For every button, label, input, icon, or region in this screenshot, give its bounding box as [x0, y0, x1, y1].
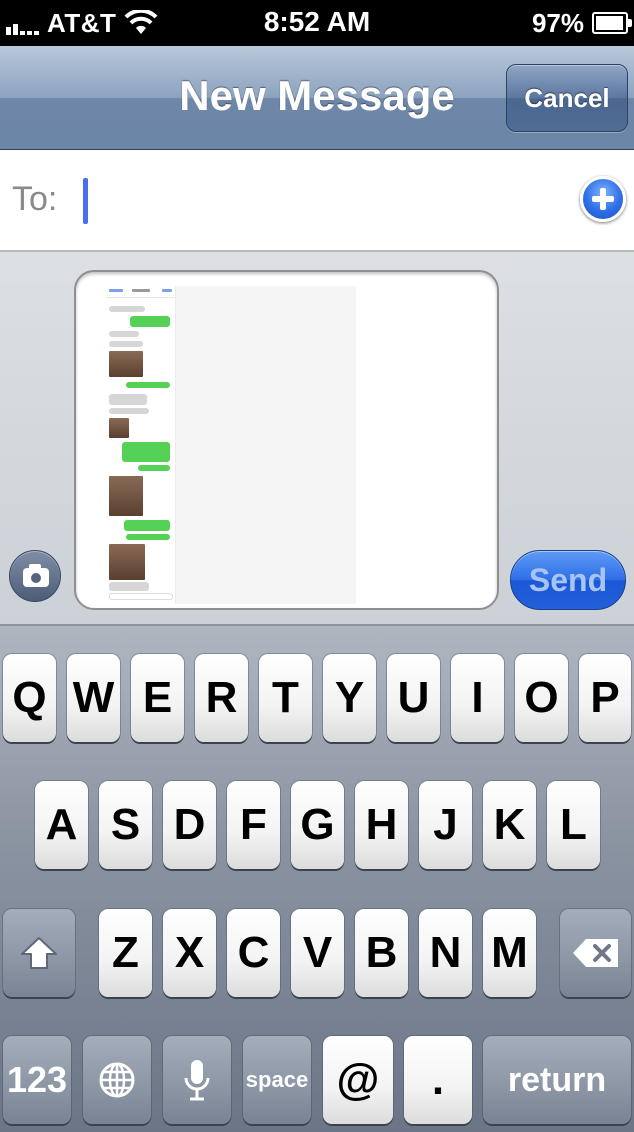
cancel-button[interactable]: Cancel	[506, 64, 628, 132]
key-b[interactable]: B	[355, 909, 408, 997]
key-a[interactable]: A	[35, 781, 88, 869]
key-f[interactable]: F	[227, 781, 280, 869]
add-contact-plus-icon[interactable]	[580, 176, 626, 222]
compose-area: Send	[0, 252, 634, 626]
period-key[interactable]: .	[404, 1036, 472, 1124]
status-bar: AT&T 8:52 AM 97%	[0, 0, 634, 46]
shift-arrow-icon	[21, 937, 57, 969]
key-d[interactable]: D	[163, 781, 216, 869]
message-input[interactable]	[74, 270, 499, 610]
shift-key[interactable]	[3, 909, 75, 997]
key-t[interactable]: T	[259, 654, 312, 742]
thumbnail-nav	[106, 286, 176, 298]
space-key[interactable]: space	[243, 1036, 311, 1124]
return-key[interactable]: return	[483, 1036, 631, 1124]
key-l[interactable]: L	[547, 781, 600, 869]
battery-charging-icon	[592, 12, 632, 34]
navigation-bar: New Message Cancel	[0, 46, 634, 150]
backspace-icon	[572, 939, 618, 967]
camera-button[interactable]	[9, 550, 61, 602]
key-z[interactable]: Z	[99, 909, 152, 997]
key-j[interactable]: J	[419, 781, 472, 869]
thumbnail-screenshot	[106, 286, 176, 604]
key-r[interactable]: R	[195, 654, 248, 742]
key-o[interactable]: O	[515, 654, 568, 742]
key-i[interactable]: I	[451, 654, 504, 742]
microphone-icon	[184, 1060, 210, 1101]
camera-lens	[29, 571, 43, 585]
to-field[interactable]: To:	[0, 150, 634, 252]
key-m[interactable]: M	[483, 909, 536, 997]
key-h[interactable]: H	[355, 781, 408, 869]
dictation-key[interactable]	[163, 1036, 231, 1124]
delete-key[interactable]	[560, 909, 631, 997]
key-k[interactable]: K	[483, 781, 536, 869]
to-label: To:	[12, 180, 58, 218]
thumbnail-input	[109, 593, 173, 600]
send-button[interactable]: Send	[510, 550, 626, 610]
globe-key[interactable]	[83, 1036, 151, 1124]
key-w[interactable]: W	[67, 654, 120, 742]
key-c[interactable]: C	[227, 909, 280, 997]
key-u[interactable]: U	[387, 654, 440, 742]
key-e[interactable]: E	[131, 654, 184, 742]
key-x[interactable]: X	[163, 909, 216, 997]
attachment-thumbnail[interactable]	[106, 286, 356, 604]
keyboard: Q W E R T Y U I O P A S D F G H J K L Z …	[0, 626, 634, 1132]
key-g[interactable]: G	[291, 781, 344, 869]
at-key[interactable]: @	[323, 1036, 393, 1124]
key-n[interactable]: N	[419, 909, 472, 997]
key-v[interactable]: V	[291, 909, 344, 997]
key-q[interactable]: Q	[3, 654, 56, 742]
key-y[interactable]: Y	[323, 654, 376, 742]
status-right: 97%	[531, 6, 632, 40]
battery-fill	[596, 16, 623, 30]
text-cursor	[83, 178, 88, 224]
numbers-key[interactable]: 123	[3, 1036, 71, 1124]
key-s[interactable]: S	[99, 781, 152, 869]
globe-icon	[99, 1062, 135, 1098]
key-p[interactable]: P	[579, 654, 631, 742]
battery-percent: 97%	[531, 7, 584, 38]
